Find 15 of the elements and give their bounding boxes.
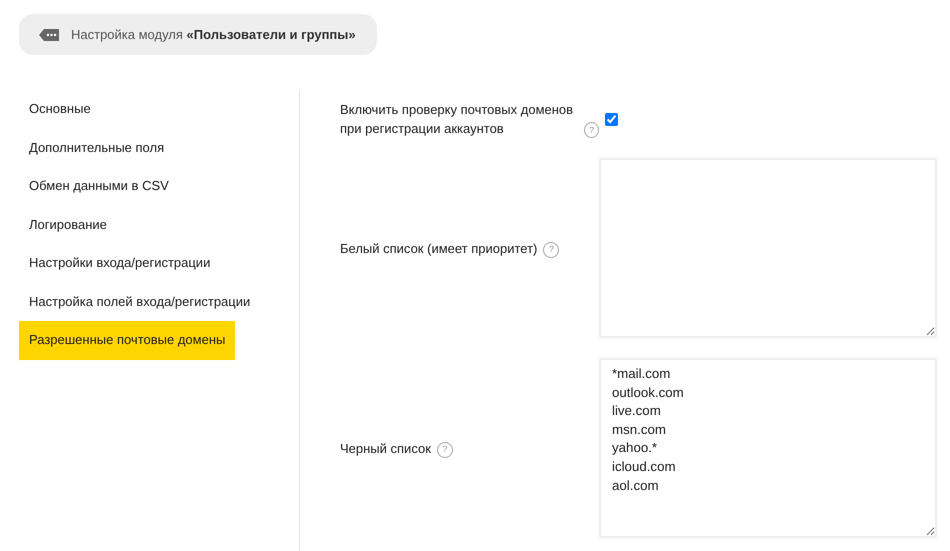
sidebar-item[interactable]: Основные: [19, 90, 235, 128]
sidebar-item[interactable]: Логирование: [19, 206, 235, 244]
sidebar-item[interactable]: Разрешенные почтовые домены: [19, 321, 236, 360]
sidebar-item[interactable]: Обмен данными в CSV: [19, 167, 235, 206]
sidebar-item[interactable]: Настройка полей входа/регистрации: [19, 282, 260, 321]
field-label: Черный список: [340, 440, 431, 458]
input-field[interactable]: [599, 158, 937, 338]
tag-icon: [39, 28, 59, 40]
sidebar-item[interactable]: Дополнительные поля: [19, 128, 235, 167]
field-label: Включить проверку почтовых доменов при регистрации аккаунтов: [340, 101, 574, 138]
input-field[interactable]: *mail.com outlook.com live.com msn.com yahoo.* icloud.com aol.com: [599, 358, 937, 538]
field-label: Белый список (имеет приоритет): [340, 240, 538, 258]
sidebar-item[interactable]: Настройки входа/регистрации: [19, 244, 235, 282]
page-title: Настройка модуля «Пользователи и группы»: [71, 27, 356, 42]
checkbox[interactable]: [605, 112, 618, 126]
